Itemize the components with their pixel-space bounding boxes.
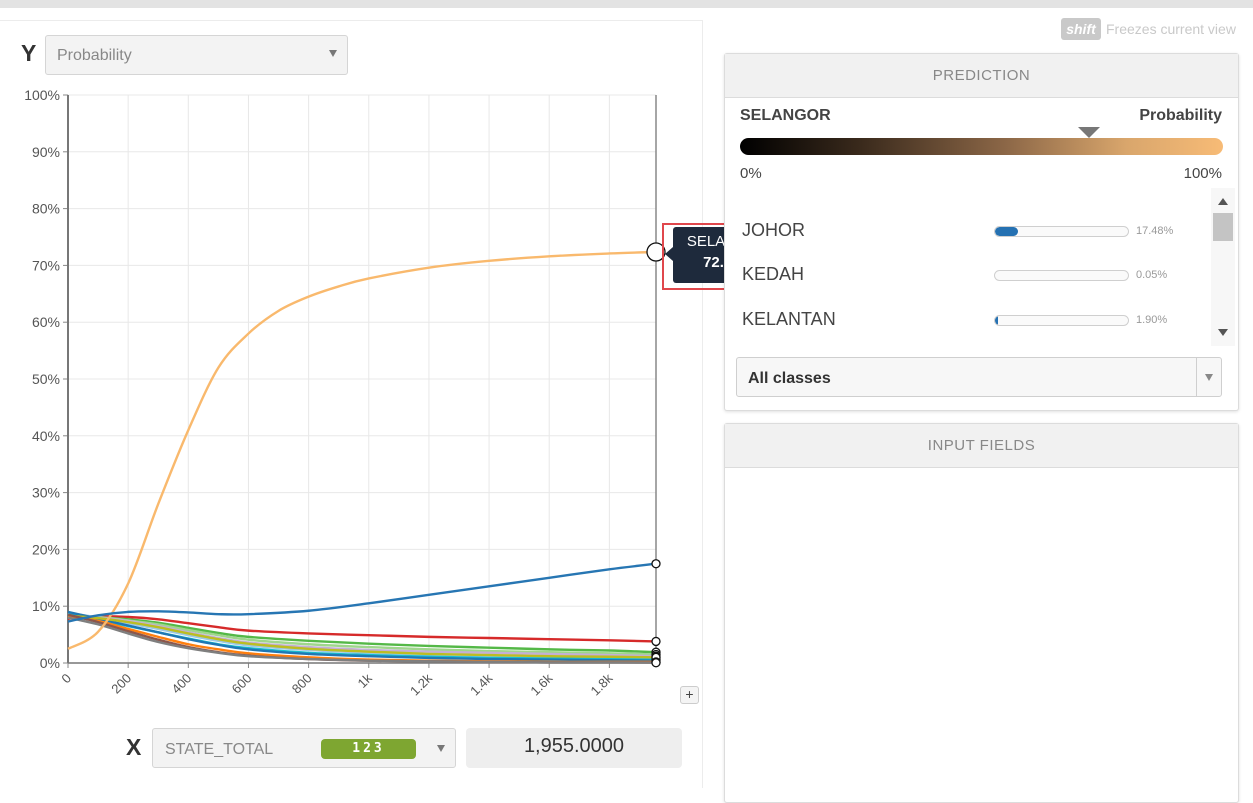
class-row: JOHOR 17.48%	[730, 216, 1210, 246]
probability-bar-fill	[995, 316, 998, 325]
class-name: KELANTAN	[742, 309, 836, 330]
predicted-class: SELANGOR	[740, 107, 831, 125]
prediction-metric: Probability	[1139, 107, 1222, 125]
x-tick-label: 200	[108, 671, 134, 697]
y-axis-letter: Y	[21, 40, 36, 67]
x-tick-label: 1.8k	[588, 670, 616, 698]
class-filter-select[interactable]: All classes	[736, 357, 1222, 397]
x-axis-letter: X	[126, 734, 141, 761]
probability-chart: 0% 10% 20% 30% 40% 50% 60% 70% 80% 90% 100% 0 200 400…	[0, 0, 703, 788]
series-line	[68, 252, 656, 649]
y-tick-label: 10%	[32, 598, 60, 614]
x-tick-label: 1k	[355, 670, 376, 691]
series-end-point	[652, 560, 660, 568]
prediction-panel: PREDICTION SELANGOR Probability 0% 100% …	[724, 53, 1239, 411]
chevron-down-icon	[437, 745, 445, 752]
gradient-max-label: 100%	[1184, 165, 1222, 182]
y-tick-label: 70%	[32, 257, 60, 273]
series-end-point	[652, 659, 660, 667]
probability-bar	[994, 226, 1129, 237]
class-probability-list: JOHOR 17.48% KEDAH 0.05% KELANTAN 1.90%	[730, 188, 1235, 346]
scroll-thumb[interactable]	[1213, 213, 1233, 241]
chevron-down-icon	[329, 50, 337, 57]
probability-gradient-bar	[740, 138, 1223, 155]
select-divider	[1196, 358, 1197, 396]
series-end-point	[652, 637, 660, 645]
y-tick-label: 20%	[32, 541, 60, 557]
x-tick-label: 0	[58, 671, 74, 687]
x-axis-select-value: STATE_TOTAL	[165, 741, 273, 758]
scroll-up-icon[interactable]	[1218, 198, 1228, 205]
class-name: KEDAH	[742, 264, 804, 285]
class-probability: 1.90%	[1136, 314, 1167, 326]
class-filter-value: All classes	[748, 370, 831, 387]
x-tick-label: 1.6k	[527, 670, 555, 698]
scroll-down-icon[interactable]	[1218, 329, 1228, 336]
y-tick-label: 100%	[24, 87, 60, 103]
y-tick-label: 90%	[32, 144, 60, 160]
y-tick-label: 50%	[32, 371, 60, 387]
x-tick-label: 400	[168, 671, 194, 697]
x-axis-select[interactable]: STATE_TOTAL 123	[152, 728, 456, 768]
prediction-header: PREDICTION	[725, 54, 1238, 98]
x-tick-label: 800	[289, 671, 315, 697]
y-tick-label: 60%	[32, 314, 60, 330]
y-axis-select-value: Probability	[57, 47, 132, 64]
x-tick-label: 600	[229, 671, 255, 697]
gradient-min-label: 0%	[740, 165, 762, 182]
x-tick-label: 1.2k	[407, 670, 435, 698]
probability-bar	[994, 315, 1129, 326]
numeric-type-badge: 123	[321, 739, 416, 759]
y-tick-label: 0%	[40, 655, 60, 671]
probability-marker-icon	[1078, 127, 1100, 138]
y-tick-label: 30%	[32, 485, 60, 501]
class-list-scrollbar[interactable]	[1211, 188, 1235, 346]
probability-bar	[994, 270, 1129, 281]
y-axis-select[interactable]: Probability	[45, 35, 348, 75]
x-tick-label: 1.4k	[467, 670, 495, 698]
class-name: JOHOR	[742, 220, 805, 241]
shift-key-badge: shift	[1061, 18, 1101, 40]
y-tick-label: 80%	[32, 201, 60, 217]
input-fields-header: INPUT FIELDS	[725, 424, 1238, 468]
y-tick-label: 40%	[32, 428, 60, 444]
series-line	[68, 564, 656, 622]
class-probability: 17.48%	[1136, 225, 1173, 237]
probability-bar-fill	[995, 227, 1018, 236]
shift-hint-text: Freezes current view	[1106, 21, 1236, 37]
class-row: KELANTAN 1.90%	[730, 305, 1210, 335]
add-button[interactable]: +	[680, 686, 699, 704]
class-row: KEDAH 0.05%	[730, 260, 1210, 290]
x-value-field[interactable]: 1,955.0000	[466, 728, 682, 768]
chevron-down-icon	[1205, 374, 1213, 381]
class-probability: 0.05%	[1136, 269, 1167, 281]
input-fields-panel: INPUT FIELDS	[724, 423, 1239, 803]
